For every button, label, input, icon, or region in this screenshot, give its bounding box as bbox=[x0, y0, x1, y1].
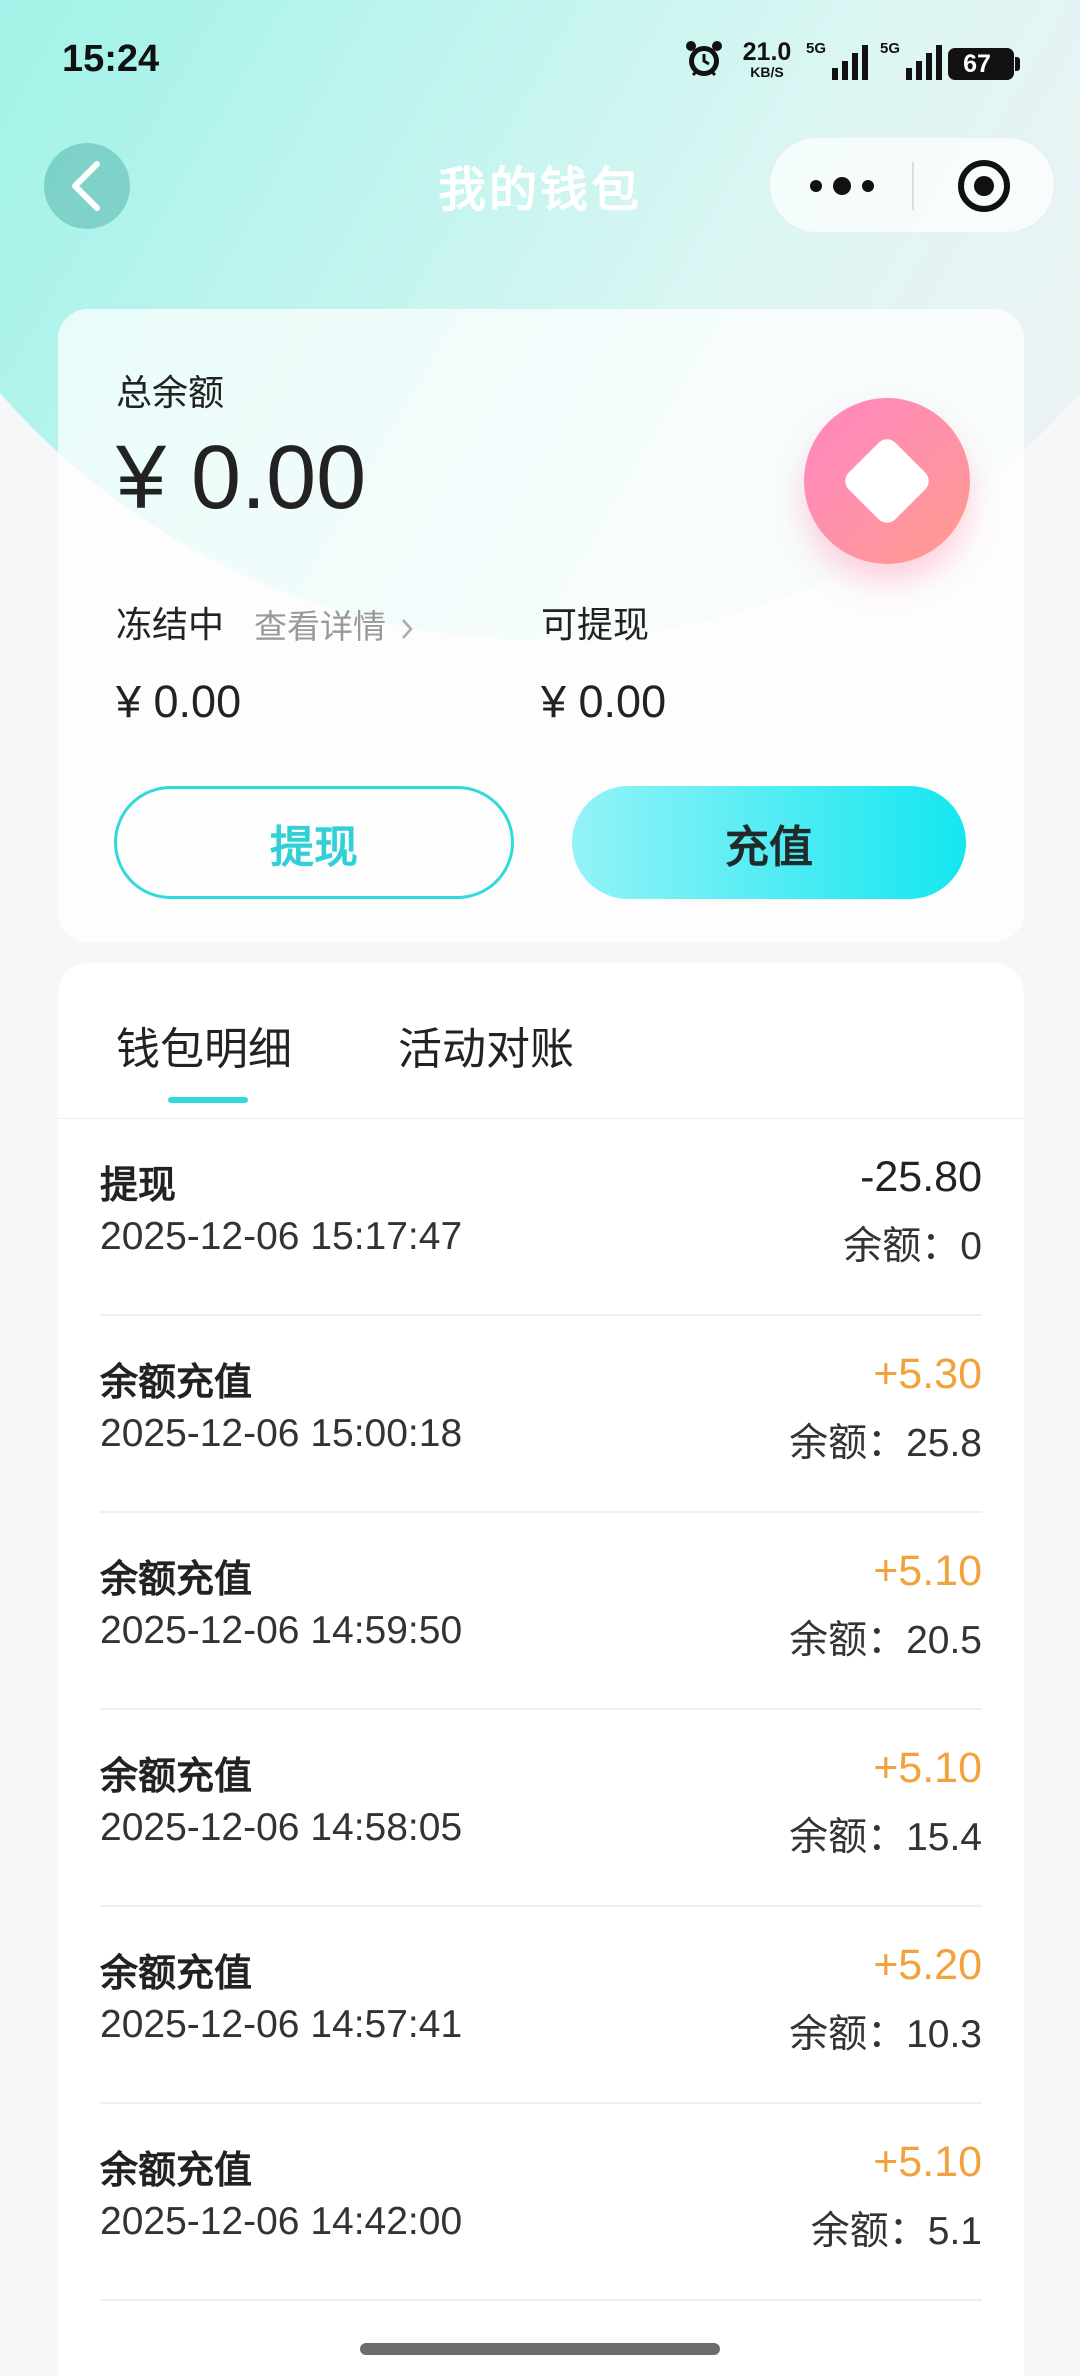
wallet-coin-icon bbox=[804, 398, 970, 564]
transaction-balance: 余额：20.5 bbox=[789, 1609, 982, 1665]
balance-label: 余额： bbox=[789, 1421, 907, 1466]
view-details-label: 查看详情 bbox=[254, 607, 386, 646]
transaction-balance: 余额：5.1 bbox=[811, 2200, 982, 2256]
transaction-row[interactable]: 余额充值 2025-12-06 15:00:18 +5.30 余额：25.8 bbox=[100, 1316, 982, 1513]
capsule-divider bbox=[912, 162, 914, 210]
active-tab-indicator bbox=[168, 1097, 248, 1103]
balance-value: 15.4 bbox=[906, 1816, 982, 1859]
transaction-row[interactable]: 提现 2025-12-06 15:17:47 -25.80 余额：0 bbox=[100, 1119, 982, 1316]
transaction-amount: +5.30 bbox=[873, 1350, 982, 1398]
balance-value: 0 bbox=[960, 1225, 982, 1268]
transaction-time: 2025-12-06 14:57:41 bbox=[100, 2003, 463, 2046]
transaction-amount: +5.10 bbox=[873, 1547, 982, 1595]
balance-value: 20.5 bbox=[906, 1619, 982, 1662]
balance-label: 余额： bbox=[843, 1224, 961, 1269]
home-indicator[interactable] bbox=[360, 2343, 720, 2355]
balance-card: 总余额 ¥ 0.00 冻结中 查看详情 可提现 ¥ 0.00 ¥ 0.00 提现… bbox=[58, 309, 1024, 942]
transaction-row[interactable]: 余额充值 2025-12-06 14:58:05 +5.10 余额：15.4 bbox=[100, 1710, 982, 1907]
balance-value: 10.3 bbox=[906, 2013, 982, 2056]
transaction-title: 余额充值 bbox=[100, 1557, 253, 1601]
transaction-amount: +5.20 bbox=[873, 1941, 982, 1989]
tab-activity-reconciliation[interactable]: 活动对账 bbox=[398, 1013, 574, 1077]
transaction-time: 2025-12-06 14:42:00 bbox=[100, 2200, 463, 2243]
transaction-list: 提现 2025-12-06 15:17:47 -25.80 余额：0 余额充值 … bbox=[100, 1119, 982, 2301]
transaction-balance: 余额：0 bbox=[843, 1215, 982, 1271]
transaction-row[interactable]: 余额充值 2025-12-06 14:57:41 +5.20 余额：10.3 bbox=[100, 1907, 982, 2104]
transaction-time: 2025-12-06 14:58:05 bbox=[100, 1806, 463, 1849]
recharge-button[interactable]: 充值 bbox=[572, 786, 966, 899]
signal-2-label: 5G bbox=[880, 40, 901, 57]
status-time: 15:24 bbox=[62, 38, 160, 80]
balance-label: 余额： bbox=[789, 1815, 907, 1860]
network-speed: 21.0 KB/S bbox=[738, 38, 796, 81]
withdrawable-label: 可提现 bbox=[541, 605, 650, 646]
alarm-icon bbox=[686, 41, 722, 77]
balance-label: 余额： bbox=[789, 2012, 907, 2057]
transaction-title: 余额充值 bbox=[100, 2148, 253, 2192]
total-balance-label: 总余额 bbox=[116, 373, 225, 414]
transaction-title: 余额充值 bbox=[100, 1754, 253, 1798]
battery-icon: 67 bbox=[948, 48, 1020, 80]
balance-value: 25.8 bbox=[906, 1422, 982, 1465]
status-bar: 15:24 21.0 KB/S 5G 5G 67 bbox=[0, 0, 1080, 125]
total-balance-value: ¥ 0.00 bbox=[116, 428, 367, 528]
network-speed-value: 21.0 bbox=[742, 38, 792, 66]
withdrawable-value: ¥ 0.00 bbox=[541, 676, 667, 727]
balance-label: 余额： bbox=[810, 2209, 928, 2254]
frozen-label: 冻结中 bbox=[116, 605, 225, 646]
signal-1-label: 5G bbox=[806, 40, 827, 57]
view-details-link[interactable]: 查看详情 bbox=[254, 600, 415, 648]
transaction-time: 2025-12-06 15:00:18 bbox=[100, 1412, 463, 1455]
more-dots-icon[interactable] bbox=[810, 162, 874, 210]
transaction-title: 提现 bbox=[100, 1163, 177, 1207]
chevron-right-icon bbox=[401, 618, 413, 639]
target-icon[interactable] bbox=[958, 160, 1010, 212]
transaction-time: 2025-12-06 14:59:50 bbox=[100, 1609, 463, 1652]
balance-label: 余额： bbox=[789, 1618, 907, 1663]
transaction-amount: +5.10 bbox=[873, 1744, 982, 1792]
transaction-title: 余额充值 bbox=[100, 1360, 253, 1404]
mini-program-capsule bbox=[769, 137, 1055, 233]
wallet-details-card: 钱包明细 活动对账 提现 2025-12-06 15:17:47 -25.80 … bbox=[58, 963, 1024, 2376]
transaction-balance: 余额：25.8 bbox=[789, 1412, 982, 1468]
signal-icon: 5G bbox=[806, 38, 872, 82]
balance-value: 5.1 bbox=[927, 2210, 982, 2253]
network-speed-unit: KB/S bbox=[750, 64, 784, 80]
transaction-amount: +5.10 bbox=[873, 2138, 982, 2186]
transaction-row[interactable]: 余额充值 2025-12-06 14:42:00 +5.10 余额：5.1 bbox=[100, 2104, 982, 2301]
tab-wallet-details[interactable]: 钱包明细 bbox=[116, 1013, 292, 1077]
transaction-balance: 余额：10.3 bbox=[789, 2003, 982, 2059]
frozen-value: ¥ 0.00 bbox=[116, 676, 242, 727]
withdraw-button[interactable]: 提现 bbox=[114, 786, 514, 899]
transaction-row[interactable]: 余额充值 2025-12-06 14:59:50 +5.10 余额：20.5 bbox=[100, 1513, 982, 1710]
transaction-time: 2025-12-06 15:17:47 bbox=[100, 1215, 463, 1258]
transaction-balance: 余额：15.4 bbox=[789, 1806, 982, 1862]
transaction-amount: -25.80 bbox=[860, 1153, 982, 1201]
transaction-title: 余额充值 bbox=[100, 1951, 253, 1995]
signal-icon-2: 5G bbox=[880, 38, 946, 82]
